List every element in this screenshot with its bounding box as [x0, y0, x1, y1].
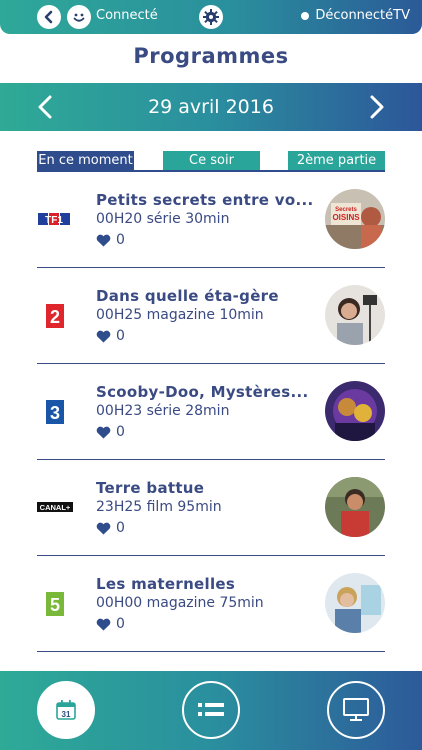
- channel-logo-tf1: TF1: [37, 212, 73, 226]
- likes[interactable]: 0: [96, 424, 125, 440]
- tab-en-ce-moment[interactable]: En ce moment: [37, 151, 134, 170]
- page-title: Programmes: [133, 44, 289, 68]
- disconnect-tv-label: DéconnectéTV: [315, 8, 410, 23]
- likes[interactable]: 0: [96, 232, 125, 248]
- list-item[interactable]: 3 Scooby-Doo, Mystères... 00H23 série 28…: [0, 364, 422, 460]
- time-tabs: En ce moment Ce soir 2ème partie: [37, 151, 385, 170]
- program-info: 00H25 magazine 10min: [96, 307, 264, 323]
- disconnect-tv-button[interactable]: DéconnectéTV: [301, 8, 410, 23]
- calendar-icon: 31: [56, 700, 76, 720]
- program-title: Petits secrets entre vo...: [96, 191, 314, 209]
- likes-count: 0: [116, 424, 125, 440]
- list-icon: [198, 703, 224, 716]
- gear-icon: [203, 9, 219, 25]
- program-thumbnail: [325, 477, 385, 537]
- channel-logo-france5: 5: [37, 592, 73, 616]
- bottom-nav: 31: [0, 671, 422, 750]
- list-item[interactable]: CANAL+ Terre battue 23H25 film 95min 0: [0, 460, 422, 556]
- likes-count: 0: [116, 520, 125, 536]
- list-item[interactable]: 5 Les maternelles 00H00 magazine 75min 0: [0, 556, 422, 652]
- heart-icon: [96, 234, 111, 246]
- svg-text:5: 5: [50, 595, 60, 615]
- list-item[interactable]: TF1 Petits secrets entre vo... 00H20 sér…: [0, 172, 422, 268]
- heart-icon: [96, 618, 111, 630]
- svg-text:2: 2: [50, 307, 60, 327]
- likes-count: 0: [116, 232, 125, 248]
- svg-text:TF1: TF1: [45, 215, 63, 226]
- likes[interactable]: 0: [96, 328, 125, 344]
- smiley-icon: [73, 13, 85, 22]
- heart-icon: [96, 330, 111, 342]
- svg-text:31: 31: [62, 710, 71, 719]
- program-title: Les maternelles: [96, 575, 236, 593]
- program-thumbnail: [325, 381, 385, 441]
- list-item[interactable]: 2 Dans quelle éta-gère 00H25 magazine 10…: [0, 268, 422, 364]
- likes-count: 0: [116, 328, 125, 344]
- program-info: 00H00 magazine 75min: [96, 595, 264, 611]
- channel-logo-france2: 2: [37, 304, 73, 328]
- status-dot-icon: [301, 11, 310, 20]
- heart-icon: [96, 522, 111, 534]
- row-divider: [37, 651, 385, 652]
- program-thumbnail: [325, 573, 385, 633]
- tv-icon: [343, 698, 369, 721]
- svg-text:OISINS: OISINS: [332, 213, 360, 222]
- list-nav-button[interactable]: [182, 681, 240, 739]
- settings-button[interactable]: [199, 5, 223, 29]
- channel-logo-france3: 3: [37, 400, 73, 424]
- likes[interactable]: 0: [96, 616, 125, 632]
- chevron-left-icon[interactable]: [34, 95, 58, 119]
- back-button[interactable]: [37, 5, 61, 29]
- program-info: 23H25 film 95min: [96, 499, 222, 515]
- heart-icon: [96, 426, 111, 438]
- tab-2eme-partie[interactable]: 2ème partie: [288, 151, 385, 170]
- calendar-nav-button[interactable]: 31: [37, 681, 95, 739]
- likes[interactable]: 0: [96, 520, 125, 536]
- tv-nav-button[interactable]: [327, 681, 385, 739]
- tab-ce-soir[interactable]: Ce soir: [163, 151, 260, 170]
- program-thumbnail: Secrets OISINS: [325, 189, 385, 249]
- back-arrow-icon: [44, 10, 53, 24]
- svg-text:3: 3: [50, 403, 60, 423]
- program-title: Terre battue: [96, 479, 205, 497]
- status-bar: Connecté DéconnectéTV: [0, 0, 422, 34]
- current-date: 29 avril 2016: [148, 96, 274, 118]
- program-thumbnail: [325, 285, 385, 345]
- connected-status-label: Connecté: [96, 8, 158, 23]
- profile-button[interactable]: [67, 5, 91, 29]
- program-info: 00H23 série 28min: [96, 403, 230, 419]
- chevron-right-icon[interactable]: [364, 95, 388, 119]
- likes-count: 0: [116, 616, 125, 632]
- channel-logo-canal: CANAL+: [37, 502, 73, 512]
- program-info: 00H20 série 30min: [96, 211, 230, 227]
- svg-text:CANAL+: CANAL+: [40, 503, 71, 512]
- program-list: TF1 Petits secrets entre vo... 00H20 sér…: [0, 172, 422, 652]
- date-bar: 29 avril 2016: [0, 83, 422, 131]
- program-title: Dans quelle éta-gère: [96, 287, 279, 305]
- program-title: Scooby-Doo, Mystères...: [96, 383, 309, 401]
